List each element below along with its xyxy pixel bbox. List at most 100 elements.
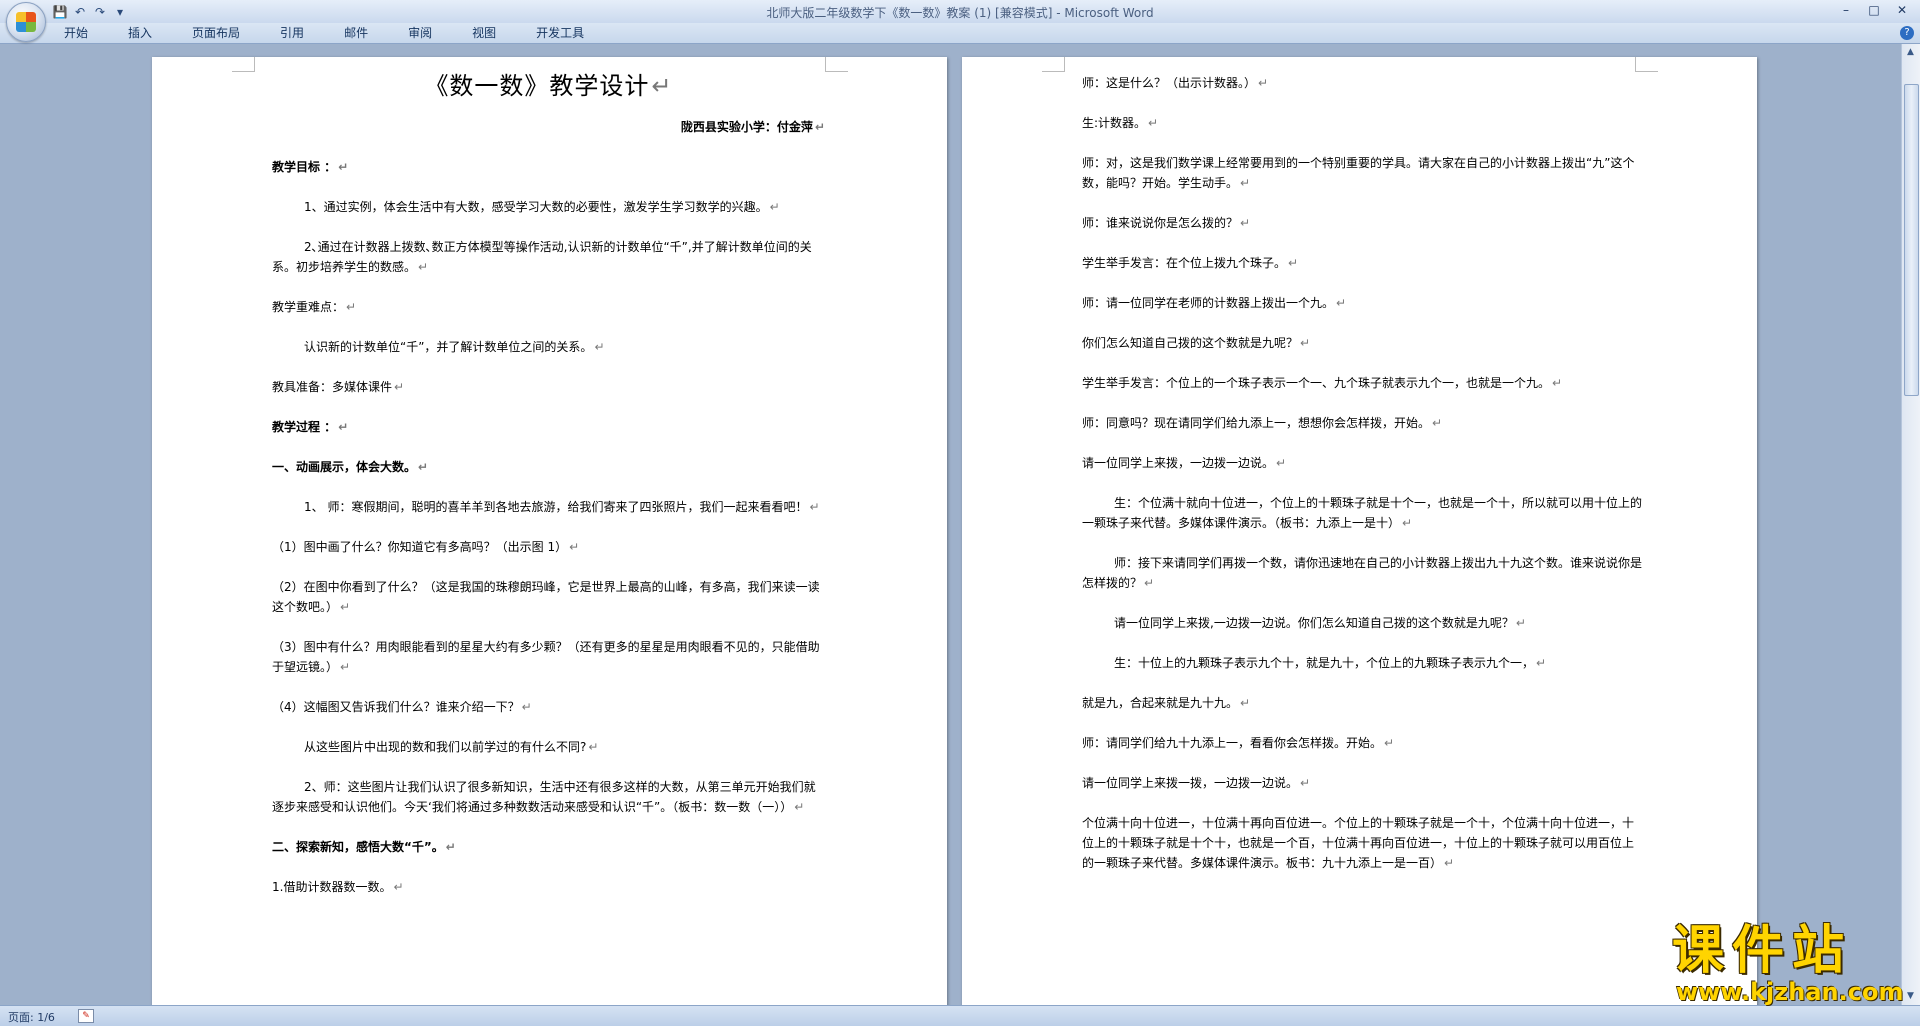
paragraph-mark-icon: ↵: [769, 200, 780, 214]
paragraph-mark-icon: ↵: [338, 420, 349, 434]
ribbon-tab[interactable]: 审阅: [396, 26, 444, 41]
close-button[interactable]: ✕: [1888, 1, 1916, 19]
paragraph: （2）在图中你看到了什么？（这是我国的珠穆朗玛峰，它是世界上最高的山峰，有多高，…: [272, 580, 820, 614]
paragraph-mark-icon: ↵: [588, 740, 599, 754]
paragraph-mark-icon: ↵: [1144, 576, 1155, 590]
paragraph-mark-icon: ↵: [569, 540, 580, 554]
paragraph: （1）图中画了什么？你知道它有多高吗？（出示图 1） ↵: [272, 540, 580, 554]
scroll-down-icon[interactable]: ▼: [1904, 990, 1917, 1003]
title-bar: 💾 ↶ ↷ ▾ 北师大版二年级数学下《数一数》教案 (1) [兼容模式] - M…: [0, 0, 1920, 42]
paragraph-mark-icon: ↵: [1258, 76, 1269, 90]
watermark-title: 课件站: [1672, 921, 1853, 981]
paragraph: 师：谁来说说你是怎么拨的？ ↵: [1082, 216, 1251, 230]
paragraph: 教学过程 ： ↵: [272, 420, 349, 434]
vertical-scrollbar[interactable]: ▲ ▼: [1901, 44, 1920, 1005]
paragraph-mark-icon: ↵: [1240, 216, 1251, 230]
paragraph: 生：十位上的九颗珠子表示九个十，就是九十，个位上的九颗珠子表示九个一， ↵: [1114, 656, 1547, 670]
paragraph-mark-icon: ↵: [1515, 616, 1526, 630]
paragraph-mark-icon: ↵: [1536, 656, 1547, 670]
paragraph: 2､通过在计数器上拨数､数正方体模型等操作活动,认识新的计数单位“千”,并了解计…: [272, 240, 812, 274]
document-area[interactable]: 《数一数》教学设计↵ 陇西县实验小学：付金萍 ↵ 教学目标 ： ↵ 1、通过实例，体会…: [0, 44, 1902, 1005]
paragraph-mark-icon: ↵: [1276, 456, 1287, 470]
page-2-text[interactable]: 师：这是什么？（出示计数器。） ↵ 生:计数器。 ↵ 师：对，这是我们数学课上经常要用到…: [1082, 73, 1642, 893]
paragraph-mark-icon: ↵: [340, 660, 351, 674]
paragraph-mark-icon: ↵: [1300, 776, 1311, 790]
ribbon-tab[interactable]: 视图: [460, 26, 508, 41]
help-icon[interactable]: ?: [1900, 26, 1914, 40]
ribbon-tab-bar: 开始 插入 页面布局 引用 邮件 审阅 视图 开发工具 ?: [0, 23, 1920, 44]
paragraph-mark-icon: ↵: [594, 340, 605, 354]
paragraph: 从这些图片中出现的数和我们以前学过的有什么不同? ↵: [304, 740, 599, 754]
author-line: 陇西县实验小学：付金萍 ↵: [680, 120, 825, 134]
paragraph: 请一位同学上来拨，一边拨一边说。 ↵: [1082, 456, 1287, 470]
ribbon-tab[interactable]: 引用: [268, 26, 316, 41]
page-2[interactable]: 师：这是什么？（出示计数器。） ↵ 生:计数器。 ↵ 师：对，这是我们数学课上经常要用到…: [962, 57, 1757, 1005]
page-1-text[interactable]: 《数一数》教学设计↵ 陇西县实验小学：付金萍 ↵ 教学目标 ： ↵ 1、通过实例，体会…: [272, 71, 825, 917]
paragraph-mark-icon: ↵: [393, 880, 404, 894]
paragraph-mark-icon: ↵: [809, 500, 820, 514]
paragraph: 师：请同学们给九十九添上一，看看你会怎样拨。开始。 ↵: [1082, 736, 1395, 750]
page-counter[interactable]: 页面: 1/6: [8, 1009, 55, 1025]
paragraph: 1.借助计数器数一数。 ↵: [272, 880, 404, 894]
window-title: 北师大版二年级数学下《数一数》教案 (1) [兼容模式] - Microsoft…: [766, 6, 1154, 20]
scroll-thumb[interactable]: [1904, 84, 1919, 396]
paragraph: 请一位同学上来拨一拨，一边拨一边说。 ↵: [1082, 776, 1311, 790]
paragraph: 教具准备：多媒体课件 ↵: [272, 380, 405, 394]
paragraph: 师：这是什么？（出示计数器。） ↵: [1082, 76, 1269, 90]
paragraph-mark-icon: ↵: [1288, 256, 1299, 270]
paragraph-mark-icon: ↵: [1148, 116, 1159, 130]
paragraph: （3）图中有什么？用肉眼能看到的星星大约有多少颗？（还有更多的星星是用肉眼看不见…: [272, 640, 820, 674]
paragraph-mark-icon: ↵: [1384, 736, 1395, 750]
margin-corner-mark: [825, 57, 848, 72]
office-button[interactable]: [6, 2, 46, 42]
paragraph-mark-icon: ↵: [1432, 416, 1443, 430]
maximize-button[interactable]: □: [1860, 1, 1888, 19]
ribbon-tab[interactable]: 开发工具: [524, 26, 596, 41]
margin-corner-mark: [1042, 57, 1065, 72]
paragraph-mark-icon: ↵: [1240, 176, 1251, 190]
paragraph: 师：请一位同学在老师的计数器上拨出一个九。 ↵: [1082, 296, 1347, 310]
paragraph-mark-icon: ↵: [340, 600, 351, 614]
paragraph-mark-icon: ↵: [394, 380, 405, 394]
paragraph: 1、 师：寒假期间，聪明的喜羊羊到各地去旅游，给我们寄来了四张照片，我们一起来看…: [304, 500, 820, 514]
paragraph: 师：接下来请同学们再拨一个数，请你迅速地在自己的小计数器上拨出九十九这个数。谁来…: [1082, 556, 1643, 590]
document-title: 《数一数》教学设计↵: [424, 72, 673, 100]
site-watermark: 课件站 www.kjzhan.com: [1672, 923, 1904, 1005]
paragraph: 2、师：这些图片让我们认识了很多新知识，生活中还有很多这样的大数，从第三单元开始…: [272, 780, 816, 814]
paragraph-mark-icon: ↵: [1444, 856, 1455, 870]
paragraph: 教学重难点： ↵: [272, 300, 357, 314]
ribbon-tab[interactable]: 开始: [52, 26, 100, 41]
paragraph-mark-icon: ↵: [418, 260, 429, 274]
ribbon-tab[interactable]: 插入: [116, 26, 164, 41]
paragraph: 学生举手发言：个位上的一个珠子表示一个一、九个珠子就表示九个一，也就是一个九。 ↵: [1082, 376, 1563, 390]
paragraph-mark-icon: ↵: [1552, 376, 1563, 390]
proofing-icon[interactable]: ✎: [78, 1009, 94, 1023]
paragraph-mark-icon: ↵: [1240, 696, 1251, 710]
paragraph: 教学目标 ： ↵: [272, 160, 349, 174]
paragraph-mark-icon: ↵: [346, 300, 357, 314]
ribbon-tab[interactable]: 页面布局: [180, 26, 252, 41]
paragraph-mark-icon: ↵: [338, 160, 349, 174]
scroll-up-icon[interactable]: ▲: [1904, 46, 1917, 59]
paragraph: 1、通过实例，体会生活中有大数，感受学习大数的必要性，激发学生学习数学的兴趣。 ↵: [304, 200, 780, 214]
ribbon-tab[interactable]: 邮件: [332, 26, 380, 41]
ribbon-tabs: 开始 插入 页面布局 引用 邮件 审阅 视图 开发工具: [52, 26, 612, 41]
paragraph: （4）这幅图又告诉我们什么？谁来介绍一下？ ↵: [272, 700, 532, 714]
paragraph: 就是九，合起来就是九十九。 ↵: [1082, 696, 1251, 710]
office-logo-icon: [16, 12, 36, 32]
paragraph-mark-icon: ↵: [521, 700, 532, 714]
paragraph-mark-icon: ↵: [418, 460, 429, 474]
paragraph-mark-icon: ↵: [1300, 336, 1311, 350]
paragraph-mark-icon: ↵: [1336, 296, 1347, 310]
paragraph: 生：个位满十就向十位进一，个位上的十颗珠子就是十个一，也就是一个十，所以就可以用…: [1082, 496, 1643, 530]
paragraph: 一、动画展示，体会大数。 ↵: [272, 460, 429, 474]
paragraph: 认识新的计数单位“千”，并了解计数单位之间的关系。 ↵: [304, 340, 605, 354]
margin-corner-mark: [232, 57, 255, 72]
paragraph: 请一位同学上来拨,一边拨一边说。你们怎么知道自己拨的这个数就是九呢？ ↵: [1114, 616, 1526, 630]
minimize-button[interactable]: –: [1832, 1, 1860, 19]
watermark-url: www.kjzhan.com: [1676, 978, 1904, 1006]
paragraph: 师：同意吗？现在请同学们给九添上一，想想你会怎样拨，开始。 ↵: [1082, 416, 1443, 430]
paragraph: 生:计数器。 ↵: [1082, 116, 1159, 130]
paragraph: 二、探索新知，感悟大数“千”。 ↵: [272, 840, 456, 854]
page-1[interactable]: 《数一数》教学设计↵ 陇西县实验小学：付金萍 ↵ 教学目标 ： ↵ 1、通过实例，体会…: [152, 57, 947, 1005]
